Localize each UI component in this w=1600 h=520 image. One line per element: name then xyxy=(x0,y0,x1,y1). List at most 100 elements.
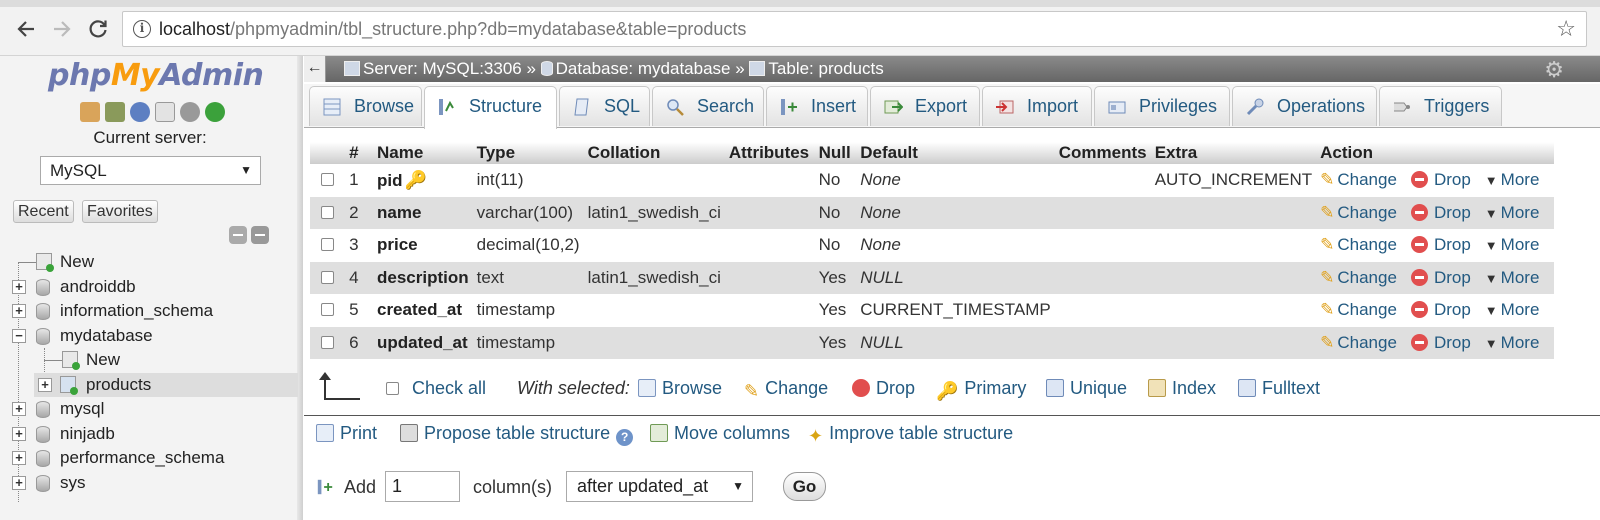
change-button[interactable]: ✎ Change xyxy=(1320,268,1397,287)
settings-gear-icon[interactable]: ⚙ xyxy=(1544,57,1564,83)
header-collation[interactable]: Collation xyxy=(583,142,725,164)
column-name[interactable]: price xyxy=(377,235,418,254)
column-count-input[interactable] xyxy=(385,471,460,502)
tree-item-androiddb[interactable]: + androiddb xyxy=(0,275,300,299)
tab-operations[interactable]: Operations xyxy=(1232,86,1377,126)
expand-icon[interactable]: + xyxy=(12,475,26,490)
tree-item-ninjadb[interactable]: + ninjadb xyxy=(0,422,300,446)
expand-icon[interactable]: + xyxy=(38,377,52,392)
settings-gear-icon[interactable] xyxy=(180,102,200,122)
tab-insert[interactable]: Insert xyxy=(766,86,868,126)
drop-button[interactable]: Drop xyxy=(1410,300,1471,319)
phpmyadmin-logo[interactable]: phpMyAdmin xyxy=(48,58,264,93)
column-name[interactable]: pid xyxy=(377,171,403,190)
improve-table-structure-link[interactable]: ✦ Improve table structure xyxy=(808,423,1013,446)
breadcrumb-server[interactable]: Server: MySQL:3306 xyxy=(363,59,522,78)
documentation-icon[interactable] xyxy=(155,102,175,122)
header-default[interactable]: Default xyxy=(856,142,1055,164)
tree-item-mydatabase[interactable]: − mydatabase xyxy=(0,324,300,348)
back-arrow-icon[interactable]: ← xyxy=(304,56,326,82)
print-link[interactable]: Print xyxy=(316,423,377,444)
bulk-browse-button[interactable]: Browse xyxy=(638,378,722,399)
header-null[interactable]: Null xyxy=(814,142,857,164)
expand-icon[interactable]: + xyxy=(12,451,26,465)
row-checkbox[interactable] xyxy=(321,238,335,252)
check-all-checkbox[interactable] xyxy=(386,382,399,395)
header-type[interactable]: Type xyxy=(472,142,584,164)
bulk-primary-button[interactable]: 🔑 Primary xyxy=(936,378,1026,401)
tree-item-products[interactable]: + products xyxy=(34,372,298,397)
check-all-label[interactable]: Check all xyxy=(412,378,486,398)
tab-privileges[interactable]: Privileges xyxy=(1094,86,1230,126)
change-button[interactable]: ✎ Change xyxy=(1320,203,1397,222)
tree-item-performance-schema[interactable]: + performance_schema xyxy=(0,446,300,470)
more-button[interactable]: ▼ More xyxy=(1485,235,1540,254)
more-button[interactable]: ▼ More xyxy=(1485,333,1540,352)
bulk-fulltext-button[interactable]: Fulltext xyxy=(1238,378,1320,399)
change-button[interactable]: ✎ Change xyxy=(1320,170,1397,189)
more-button[interactable]: ▼ More xyxy=(1485,268,1540,287)
reload-icon[interactable] xyxy=(84,15,112,43)
go-button[interactable]: Go xyxy=(783,472,826,501)
tree-item-new[interactable]: New xyxy=(0,250,300,274)
column-name[interactable]: created_at xyxy=(377,300,462,319)
column-name[interactable]: description xyxy=(377,268,469,287)
tab-search[interactable]: Search xyxy=(652,86,764,126)
collapse-all-icon[interactable] xyxy=(229,226,247,244)
tab-export[interactable]: Export xyxy=(870,86,980,126)
change-button[interactable]: ✎ Change xyxy=(1320,333,1397,352)
breadcrumb-table[interactable]: Table: products xyxy=(768,59,883,78)
expand-icon[interactable]: + xyxy=(12,426,26,441)
header-attributes[interactable]: Attributes xyxy=(724,142,815,164)
tree-item-information-schema[interactable]: + information_schema xyxy=(0,299,300,323)
collapse-icon[interactable]: − xyxy=(12,328,26,343)
column-position-select[interactable]: after updated_at ▼ xyxy=(566,471,753,502)
row-checkbox[interactable] xyxy=(321,173,335,187)
tab-browse[interactable]: Browse xyxy=(309,86,422,126)
row-checkbox[interactable] xyxy=(321,335,335,349)
recent-button[interactable]: Recent xyxy=(13,200,74,223)
tab-triggers[interactable]: Triggers xyxy=(1379,86,1502,126)
drop-button[interactable]: Drop xyxy=(1410,170,1471,189)
move-columns-link[interactable]: Move columns xyxy=(650,423,790,444)
link-with-main-icon[interactable] xyxy=(251,226,269,244)
drop-button[interactable]: Drop xyxy=(1410,268,1471,287)
drop-button[interactable]: Drop xyxy=(1410,203,1471,222)
server-select[interactable]: MySQL ▼ xyxy=(40,156,261,185)
expand-icon[interactable]: + xyxy=(12,402,26,416)
row-checkbox[interactable] xyxy=(321,303,335,317)
change-button[interactable]: ✎ Change xyxy=(1320,235,1397,254)
header-extra[interactable]: Extra xyxy=(1150,142,1317,164)
change-button[interactable]: ✎ Change xyxy=(1320,300,1397,319)
column-name[interactable]: updated_at xyxy=(377,333,468,352)
back-icon[interactable] xyxy=(12,15,40,43)
logout-icon[interactable] xyxy=(105,102,125,122)
tab-sql[interactable]: SQL xyxy=(559,86,650,126)
tree-item-mydatabase-new[interactable]: New xyxy=(0,348,300,372)
breadcrumb-database[interactable]: Database: mydatabase xyxy=(556,59,731,78)
bookmark-star-icon[interactable]: ☆ xyxy=(1556,16,1576,42)
expand-icon[interactable]: + xyxy=(12,304,26,318)
more-button[interactable]: ▼ More xyxy=(1485,203,1540,222)
check-all-toggle[interactable]: Check all xyxy=(386,378,486,399)
bulk-drop-button[interactable]: Drop xyxy=(852,378,915,399)
tab-import[interactable]: Import xyxy=(982,86,1092,126)
bulk-change-button[interactable]: ✎ Change xyxy=(744,378,828,401)
more-button[interactable]: ▼ More xyxy=(1485,300,1540,319)
reload-navigation-icon[interactable] xyxy=(205,102,225,122)
favorites-button[interactable]: Favorites xyxy=(82,200,158,223)
header-number[interactable]: # xyxy=(345,142,373,164)
column-name[interactable]: name xyxy=(377,203,421,222)
forward-icon[interactable] xyxy=(48,15,76,43)
tab-structure[interactable]: Structure xyxy=(424,86,557,129)
drop-button[interactable]: Drop xyxy=(1410,235,1471,254)
header-comments[interactable]: Comments xyxy=(1054,142,1151,164)
row-checkbox[interactable] xyxy=(321,270,335,284)
home-icon[interactable] xyxy=(80,102,100,122)
bulk-unique-button[interactable]: Unique xyxy=(1046,378,1127,399)
tree-item-mysql[interactable]: + mysql xyxy=(0,397,300,421)
drop-button[interactable]: Drop xyxy=(1410,333,1471,352)
row-checkbox[interactable] xyxy=(321,205,335,219)
more-button[interactable]: ▼ More xyxy=(1485,170,1540,189)
help-icon[interactable]: ? xyxy=(616,429,634,446)
